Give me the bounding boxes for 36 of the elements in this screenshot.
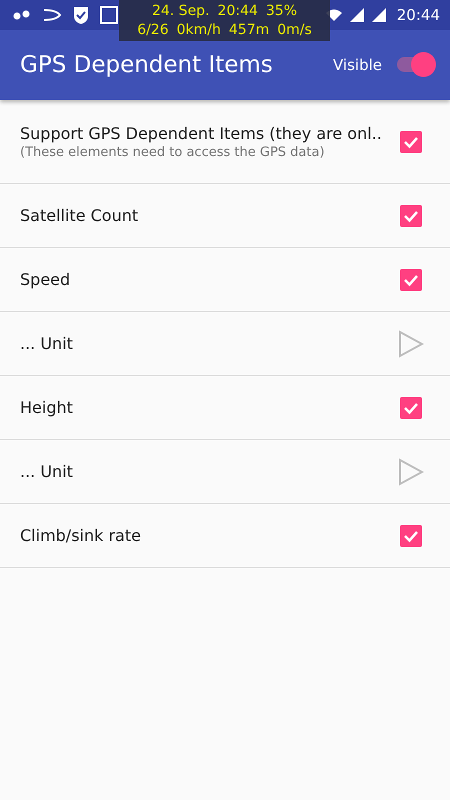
settings-item[interactable]: Support GPS Dependent Items (they are onl.. (These elements need to access the GPS data)	[0, 100, 450, 184]
item-title: ... Unit	[20, 462, 73, 481]
settings-item[interactable]: Speed	[0, 248, 450, 312]
checkbox[interactable]	[400, 524, 422, 546]
square-icon	[100, 6, 118, 24]
overlay-satellites: 6/26	[137, 20, 169, 40]
item-summary: (These elements need to access the GPS data)	[20, 144, 326, 160]
checkbox[interactable]	[400, 130, 422, 152]
settings-item[interactable]: ... Unit	[0, 440, 450, 504]
item-title: Support GPS Dependent Items (they are onl..	[20, 124, 382, 142]
settings-item[interactable]: ... Unit	[0, 312, 450, 376]
overlay-time: 20:44	[218, 2, 258, 20]
clock: 20:44	[396, 6, 440, 24]
signal-icon	[370, 7, 387, 23]
checkbox[interactable]	[400, 396, 422, 418]
settings-item[interactable]: Satellite Count	[0, 184, 450, 248]
settings-item[interactable]: Climb/sink rate	[0, 504, 450, 568]
item-title: Height	[20, 398, 73, 417]
play-arrow-icon	[398, 458, 424, 486]
overlay-date: 24. Sep.	[152, 2, 210, 20]
shield-check-icon	[72, 5, 90, 25]
signal-icon	[348, 7, 365, 23]
play-arrow-icon	[398, 330, 424, 358]
item-title: Satellite Count	[20, 206, 138, 225]
checkbox[interactable]	[400, 204, 422, 226]
toggle-label: Visible	[333, 56, 382, 74]
overlay-altitude: 457m	[228, 20, 270, 40]
overlay-battery: 35%	[266, 2, 298, 20]
item-title: Climb/sink rate	[20, 526, 141, 545]
overlay-climb: 0m/s	[277, 20, 312, 40]
item-title: Speed	[20, 270, 70, 289]
item-title: ... Unit	[20, 334, 73, 353]
screen-title: GPS Dependent Items	[20, 52, 273, 78]
overlay-speed: 0km/h	[176, 20, 221, 40]
settings-item[interactable]: Height	[0, 376, 450, 440]
checkbox[interactable]	[400, 268, 422, 290]
